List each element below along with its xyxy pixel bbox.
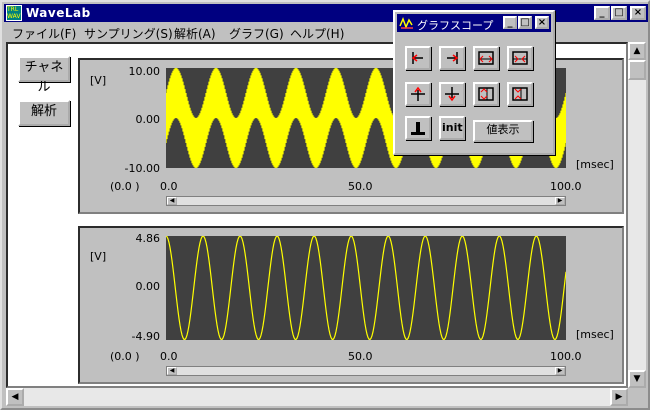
shrink-y-icon [512, 87, 528, 101]
menu-help[interactable]: ヘルプ(H) [290, 25, 344, 42]
x-origin-label: (0.0 ) [110, 350, 140, 363]
scope-icon [399, 16, 413, 30]
shrink-x-icon [512, 51, 528, 65]
value-display-button[interactable]: 値表示 [473, 120, 533, 142]
analyze-button[interactable]: 解析 [18, 100, 70, 126]
x-origin-label: (0.0 ) [110, 180, 140, 193]
channel-button[interactable]: チャネル [18, 56, 70, 95]
main-horizontal-scrollbar[interactable]: ◀ ▶ [6, 388, 628, 406]
x-tick-label: 50.0 [348, 180, 373, 193]
y-tick-label: 10.00 [128, 65, 161, 78]
zoom-out-y-button[interactable] [473, 82, 499, 106]
x-unit-label: [msec] [576, 328, 614, 341]
shift-down-icon [445, 87, 459, 102]
scroll-right-icon[interactable]: ▶ [555, 197, 565, 205]
shift-up-icon [411, 86, 425, 101]
x-unit-label: [msec] [576, 158, 614, 171]
init-button[interactable]: init [439, 116, 465, 140]
graph-2-scrollbar[interactable]: ◀ ▶ [166, 366, 566, 376]
baseline-icon [411, 122, 425, 135]
x-tick-label: 0.0 [160, 180, 178, 193]
init-label: init [442, 121, 463, 134]
scope-close-button[interactable]: × [535, 16, 549, 29]
maximize-button[interactable]: □ [611, 6, 627, 20]
waveform-line [165, 235, 567, 341]
close-button[interactable]: × [630, 6, 646, 20]
menu-analysis[interactable]: 解析(A) [174, 25, 216, 42]
zoom-in-y-button[interactable] [507, 82, 533, 106]
menu-sampling[interactable]: サンプリング(S) [84, 25, 173, 42]
menu-graph[interactable]: グラフ(G) [229, 25, 284, 42]
expand-y-icon [478, 87, 494, 101]
scroll-right-icon[interactable]: ▶ [610, 388, 628, 406]
shift-right-button[interactable] [439, 46, 465, 70]
scroll-up-icon[interactable]: ▲ [628, 42, 646, 60]
x-tick-label: 100.0 [550, 180, 582, 193]
y-unit-label: [V] [90, 74, 107, 87]
scroll-left-icon[interactable]: ◀ [167, 367, 177, 375]
scope-maximize-button[interactable]: □ [518, 16, 532, 29]
shift-right-icon [447, 52, 459, 64]
waveform-2 [165, 235, 567, 341]
baseline-button[interactable] [405, 116, 431, 140]
y-unit-label: [V] [90, 250, 107, 263]
graph-panel-2: [V] 4.86 0.00 -4.90 (0.0 ) 0.0 50.0 100.… [78, 226, 624, 384]
scope-minimize-button[interactable]: _ [503, 16, 517, 29]
shift-left-icon [411, 52, 423, 64]
shift-down-button[interactable] [439, 82, 465, 106]
scroll-down-icon[interactable]: ▼ [628, 370, 646, 388]
scope-title: グラフスコープ [417, 19, 494, 32]
x-tick-label: 0.0 [160, 350, 178, 363]
y-tick-label: -10.00 [124, 162, 160, 175]
shift-left-button[interactable] [405, 46, 431, 70]
x-tick-label: 50.0 [348, 350, 373, 363]
y-tick-label: -4.90 [131, 330, 160, 343]
window-title: WaveLab [26, 6, 91, 20]
scroll-left-icon[interactable]: ◀ [167, 197, 177, 205]
y-tick-label: 4.86 [135, 232, 161, 245]
zoom-in-x-button[interactable] [507, 46, 533, 70]
zoom-out-x-button[interactable] [473, 46, 499, 70]
main-vertical-scrollbar[interactable]: ▲ ▼ [628, 42, 646, 388]
graph-1-scrollbar[interactable]: ◀ ▶ [166, 196, 566, 206]
x-tick-label: 100.0 [550, 350, 582, 363]
shift-up-button[interactable] [405, 82, 431, 106]
scroll-right-icon[interactable]: ▶ [555, 367, 565, 375]
menu-file[interactable]: ファイル(F) [12, 25, 76, 42]
scroll-left-icon[interactable]: ◀ [6, 388, 24, 406]
expand-x-icon [478, 51, 494, 65]
app-icon: TRL WAV [6, 5, 22, 21]
scroll-thumb[interactable] [628, 60, 646, 80]
graph-scope-window: グラフスコープ _ □ × init 値表示 [393, 10, 555, 155]
y-tick-label: 0.00 [135, 280, 161, 293]
plot-area-2 [165, 235, 567, 341]
minimize-button[interactable]: _ [594, 6, 610, 20]
y-tick-label: 0.00 [135, 113, 161, 126]
scope-title-bar[interactable]: グラフスコープ _ □ × [397, 14, 551, 32]
